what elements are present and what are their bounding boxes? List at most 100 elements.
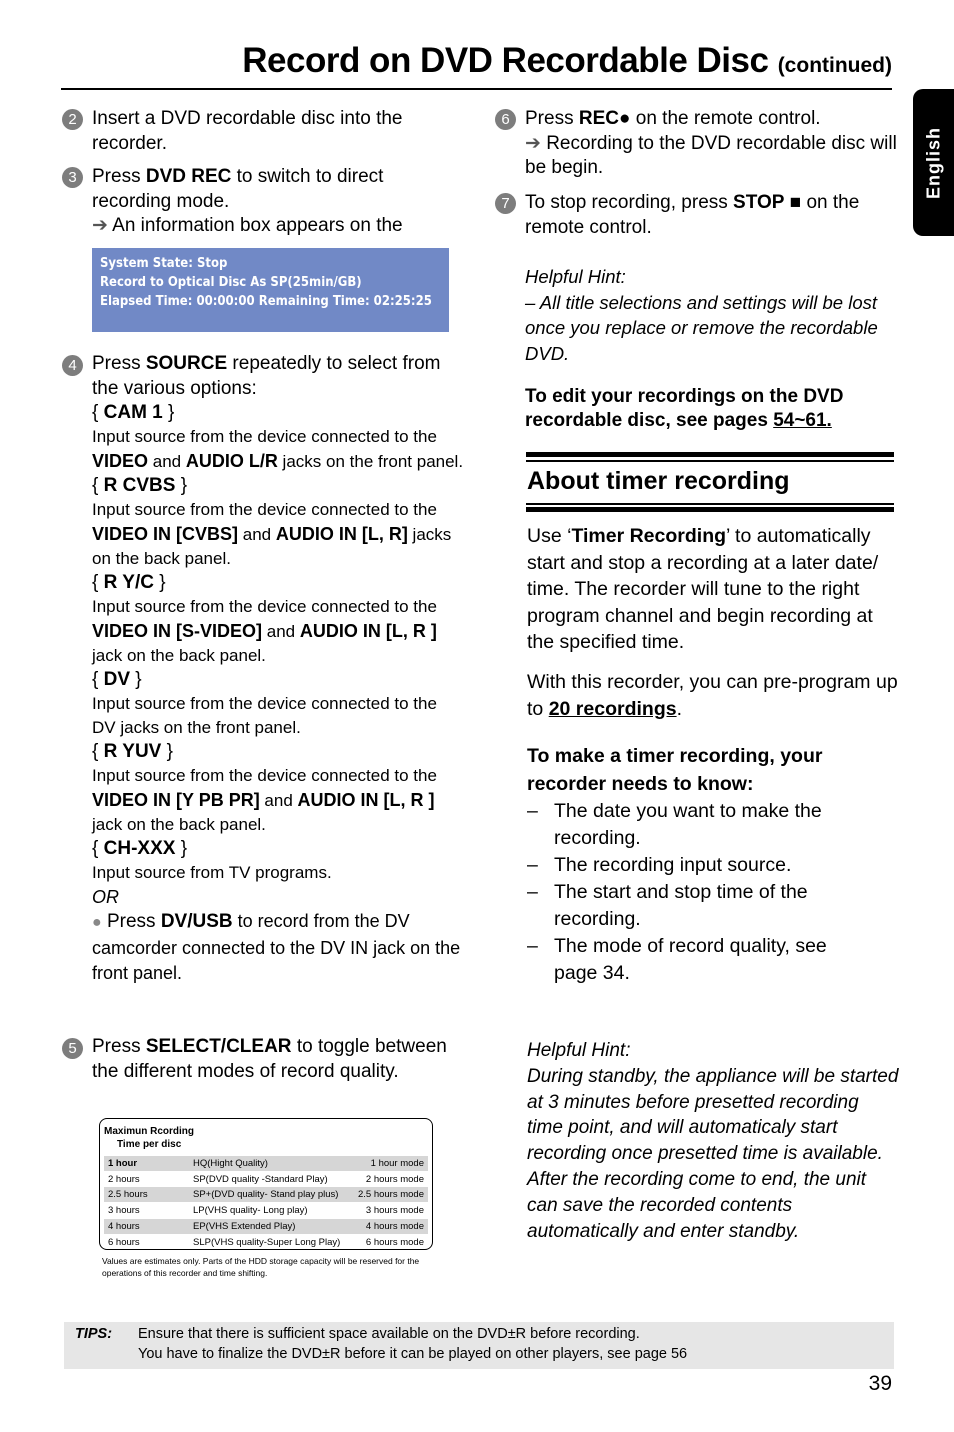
table-row: 3 hours LP(VHS quality- Long play) 3 hours… bbox=[104, 1203, 428, 1218]
table-cell-time: 3 hours bbox=[108, 1205, 140, 1217]
language-tab: English bbox=[913, 89, 954, 236]
needs-list-item: – The recording input source. bbox=[527, 852, 867, 879]
preprogram-text: With this recorder, you can pre-program … bbox=[527, 671, 898, 720]
page-title-continued: (continued) bbox=[777, 54, 892, 77]
table-cell-label: 4 hours mode bbox=[365, 1220, 424, 1232]
needs-list-item: – The start and stop time of the recordin… bbox=[527, 881, 808, 930]
brace-close: } bbox=[162, 402, 175, 423]
needs-list-item: – The date you want to make the recording… bbox=[527, 800, 822, 849]
step-5-text: Press SELECT/CLEAR to toggle between the… bbox=[92, 1036, 447, 1082]
recording-time-table: Maximun Rcording Time per disc 1 hour HQ(… bbox=[99, 1118, 433, 1250]
tips-line-2: You have to finalize the DVD±R before it… bbox=[138, 1345, 688, 1362]
step-number-6: 6 bbox=[495, 109, 516, 130]
arrow-icon: ➔ bbox=[92, 215, 108, 236]
table-row: 1 hour HQ(Hight Quality) 1 hour mode bbox=[104, 1156, 428, 1171]
table-cell-time: 2 hours bbox=[108, 1173, 140, 1185]
source-option-name: CH-XXX bbox=[103, 838, 176, 859]
dash-bullet: – bbox=[527, 800, 538, 822]
hint-1-title: Helpful Hint: bbox=[525, 266, 626, 287]
key-rec: REC bbox=[578, 108, 619, 129]
step-6-result: Recording to the DVD recordable disc wil… bbox=[525, 132, 897, 179]
table-cell-label: 1 hour mode bbox=[370, 1158, 424, 1169]
table-footnote: Values are estimates only. Parts of the … bbox=[102, 1256, 420, 1278]
section-title: About timer recording bbox=[527, 467, 790, 495]
source-option-4: { R YUV } bbox=[92, 740, 464, 764]
table-cell-label: 6 hours mode bbox=[365, 1236, 424, 1248]
brace-open: { bbox=[92, 402, 104, 423]
table-cell-mode: LP(VHS quality- Long play) bbox=[193, 1205, 308, 1217]
table-cell-mode: SP(DVD quality -Standard Play) bbox=[193, 1173, 328, 1185]
table-cell-time: 2.5 hours bbox=[108, 1189, 148, 1201]
step-number-3: 3 bbox=[62, 167, 83, 188]
dv-usb-instruction: ● Press DV/USB to record from the DV cam… bbox=[92, 911, 461, 983]
section-rule-top-thin bbox=[526, 460, 894, 462]
key-dvd-rec: DVD REC bbox=[145, 166, 232, 187]
source-option-2: { R Y/C } bbox=[92, 571, 464, 595]
step-2-text: Insert a DVD recordable disc into the re… bbox=[92, 108, 403, 154]
source-option-name: R Y/C bbox=[103, 572, 154, 593]
hint-2-title: Helpful Hint: bbox=[527, 1040, 631, 1061]
step-3-text: Press DVD REC to switch to direct record… bbox=[92, 166, 403, 236]
brace-close: } bbox=[175, 838, 188, 859]
step-number-5: 5 bbox=[62, 1038, 83, 1059]
section-rule-top-thick bbox=[526, 452, 894, 457]
brace-open: { bbox=[92, 838, 104, 859]
section-rule-bottom-thick bbox=[526, 507, 894, 512]
edit-pages-link[interactable]: 54~61. bbox=[773, 410, 832, 431]
brace-open: { bbox=[92, 572, 104, 593]
record-dot-icon: ● bbox=[618, 108, 631, 129]
step-number-7: 7 bbox=[495, 193, 516, 214]
key-source: SOURCE bbox=[145, 353, 228, 374]
brace-close: } bbox=[161, 741, 173, 762]
info-elapsed-remaining: Elapsed Time: 00:00:00 Remaining Time: 0… bbox=[100, 294, 432, 309]
dash-bullet: – bbox=[527, 935, 538, 957]
needs-list: – The date you want to make the recording… bbox=[527, 798, 867, 987]
step-3-result: An information box appears on the bbox=[112, 215, 403, 236]
title-divider bbox=[61, 88, 892, 90]
brace-open: { bbox=[92, 475, 104, 496]
key-select-clear: SELECT/CLEAR bbox=[145, 1036, 292, 1057]
table-heading: Maximun Rcording Time per disc bbox=[104, 1126, 195, 1150]
info-system-state: System State: Stop bbox=[100, 256, 228, 271]
source-option-3: { DV } bbox=[92, 668, 464, 692]
helpful-hint-1: Helpful Hint: – All title selections and… bbox=[525, 264, 893, 366]
info-record-target: Record to Optical Disc As SP(25min/GB) bbox=[100, 275, 362, 290]
tips-line-1: Ensure that there is sufficient space av… bbox=[138, 1326, 640, 1342]
table-row: 4 hours EP(VHS Extended Play) 4 hours mode bbox=[104, 1218, 428, 1234]
brace-open: { bbox=[92, 741, 104, 762]
step-number-4: 4 bbox=[62, 355, 83, 376]
page-title-text: Record on DVD Recordable Disc bbox=[242, 41, 769, 80]
table-row: 2 hours SP(DVD quality -Standard Play) 2 h… bbox=[104, 1172, 428, 1187]
table-cell-time: 4 hours bbox=[108, 1220, 140, 1232]
source-option-5: { CH-XXX } bbox=[92, 837, 464, 861]
stop-square-icon: ■ bbox=[789, 192, 802, 213]
source-option-name: R YUV bbox=[103, 741, 162, 762]
table-cell-mode: EP(VHS Extended Play) bbox=[193, 1220, 296, 1232]
timer-intro: Use ‘Timer Recording’ to automatically s… bbox=[527, 525, 879, 653]
dash-bullet: – bbox=[527, 881, 538, 903]
hint-2-text: During standby, the appliance will be st… bbox=[527, 1065, 899, 1242]
source-options-list: { CAM 1 } Input source from the device co… bbox=[92, 401, 464, 885]
information-box: System State: Stop Record to Optical Dis… bbox=[92, 248, 449, 332]
brace-open: { bbox=[92, 669, 104, 690]
or-label: OR bbox=[92, 887, 119, 907]
edit-recordings-note: To edit your recordings on the DVD recor… bbox=[525, 386, 844, 431]
source-option-name: CAM 1 bbox=[103, 402, 163, 423]
helpful-hint-2: Helpful Hint: During standby, the applia… bbox=[527, 1038, 899, 1244]
step-4-text: Press SOURCE repeatedly to select from t… bbox=[92, 352, 464, 987]
hint-1-text: – All title selections and settings will… bbox=[525, 291, 878, 364]
arrow-icon: ➔ bbox=[525, 132, 541, 154]
source-option-description: Input source from the device connected t… bbox=[92, 766, 437, 834]
table-cell-label: 3 hours mode bbox=[365, 1205, 424, 1217]
source-option-description: Input source from TV programs. bbox=[92, 863, 332, 882]
table-cell-label: 2.5 hours mode bbox=[357, 1189, 424, 1201]
source-option-description: Input source from the device connected t… bbox=[92, 500, 452, 568]
brace-close: } bbox=[130, 669, 142, 690]
table-cell-mode: HQ(Hight Quality) bbox=[193, 1158, 268, 1169]
source-option-name: DV bbox=[103, 669, 131, 690]
table-row: 6 hours SLP(VHS quality-Super Long Play) 6… bbox=[104, 1235, 428, 1250]
brace-close: } bbox=[153, 572, 166, 593]
page-title: Record on DVD Recordable Disc (continued… bbox=[60, 38, 892, 89]
key-stop: STOP bbox=[733, 192, 785, 213]
source-option-name: R CVBS bbox=[103, 475, 176, 496]
